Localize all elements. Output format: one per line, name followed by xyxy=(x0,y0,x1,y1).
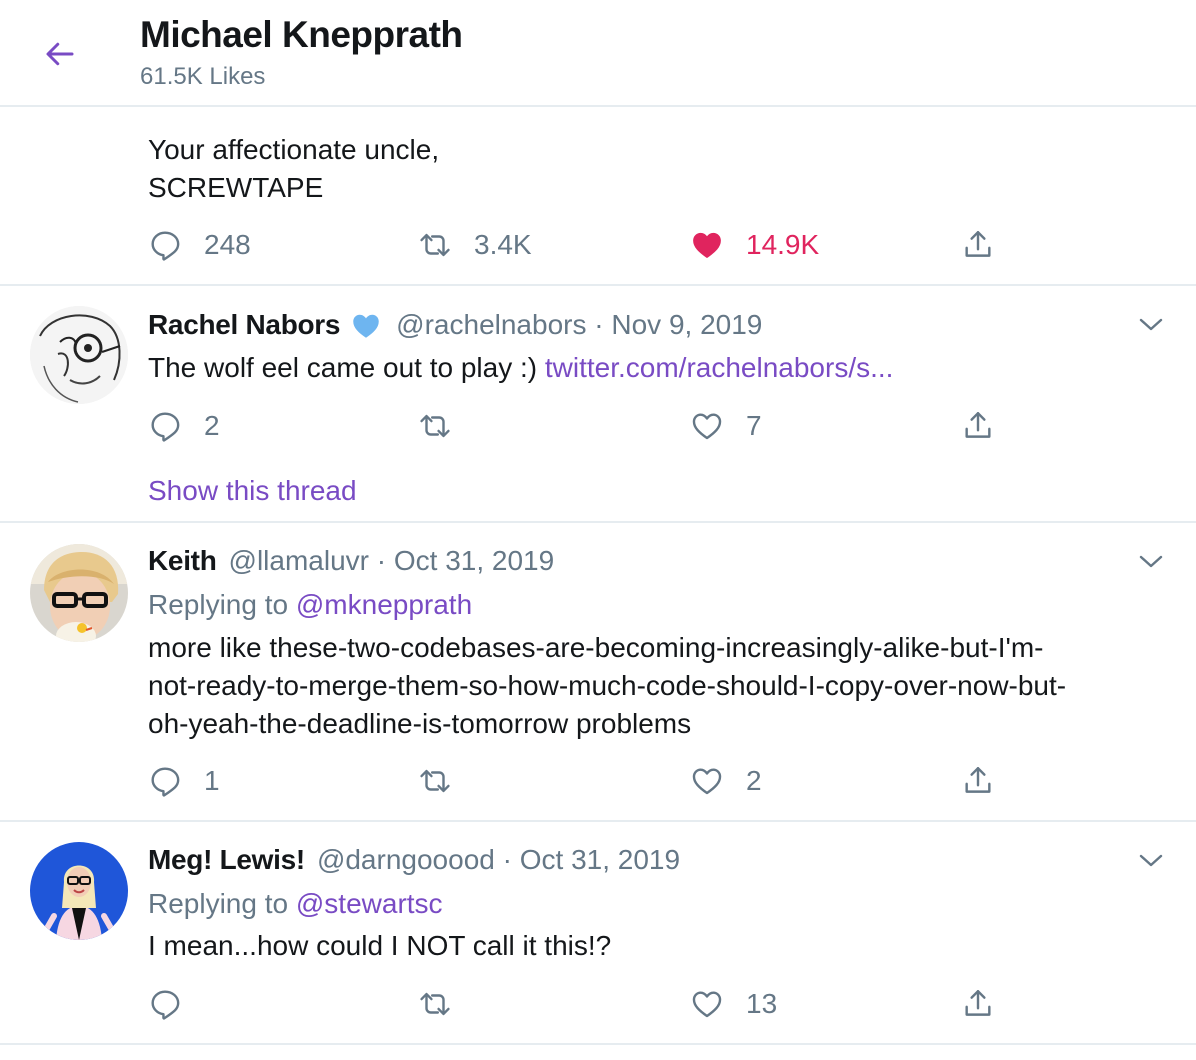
author-name[interactable]: Keith xyxy=(148,545,217,577)
tweet-header: Keith @llamaluvr · Oct 31, 2019 xyxy=(148,545,554,577)
replying-label: Replying to xyxy=(148,888,296,919)
heart-icon xyxy=(690,987,724,1021)
reply-icon xyxy=(148,987,182,1021)
author-handle[interactable]: @llamaluvr xyxy=(229,545,369,577)
retweet-button[interactable] xyxy=(418,406,474,446)
like-count: 14.9K xyxy=(746,229,820,260)
separator: · xyxy=(494,844,520,875)
share-button[interactable] xyxy=(961,225,995,265)
reply-count: 1 xyxy=(204,765,220,796)
tweet-body: The wolf eel came out to play :) xyxy=(148,352,545,383)
tweet-item[interactable]: Keith @llamaluvr · Oct 31, 2019 Replying… xyxy=(0,523,1196,822)
reply-button[interactable]: 248 xyxy=(148,225,251,265)
reply-count: 2 xyxy=(204,410,220,441)
tweet-text: I mean...how could I NOT call it this!? xyxy=(148,930,612,961)
share-icon xyxy=(961,987,995,1021)
retweet-count: 3.4K xyxy=(474,229,532,260)
tweet-actions: 1 2 xyxy=(0,761,1196,801)
tweet-text: The wolf eel came out to play :) twitter… xyxy=(148,349,893,387)
tweet-date[interactable]: Oct 31, 2019 xyxy=(520,844,680,876)
page-header: Michael Knepprath 61.5K Likes xyxy=(0,0,1196,107)
like-button[interactable]: 7 xyxy=(690,406,762,446)
retweet-icon xyxy=(418,228,452,262)
avatar-image xyxy=(30,306,128,404)
author-handle[interactable]: @rachelnabors xyxy=(396,309,586,341)
tweet-date[interactable]: Nov 9, 2019 xyxy=(611,309,762,341)
tweet-text-line: more like these-two-codebases-are-becomi… xyxy=(148,632,1044,663)
share-button[interactable] xyxy=(961,406,995,446)
like-count: 7 xyxy=(746,410,762,441)
replying-to-handle[interactable]: @mknepprath xyxy=(296,589,472,620)
share-icon xyxy=(961,409,995,443)
reply-count: 248 xyxy=(204,229,251,260)
retweet-button[interactable] xyxy=(418,761,474,801)
chevron-down-icon[interactable] xyxy=(1136,850,1166,870)
reply-icon xyxy=(148,764,182,798)
retweet-button[interactable]: 3.4K xyxy=(418,225,532,265)
tweet-actions: 248 3.4K 14.9K xyxy=(0,225,1196,265)
like-button[interactable]: 2 xyxy=(690,761,762,801)
share-button[interactable] xyxy=(961,984,995,1024)
retweet-icon xyxy=(418,409,452,443)
tweet-item[interactable]: Meg! Lewis! @darngooood · Oct 31, 2019 R… xyxy=(0,822,1196,1045)
replying-label: Replying to xyxy=(148,589,296,620)
tweet-header: Rachel Nabors @rachelnabors · Nov 9, 201… xyxy=(148,308,762,342)
retweet-button[interactable] xyxy=(418,984,474,1024)
back-arrow-icon xyxy=(46,42,74,66)
tweet-header: Meg! Lewis! @darngooood · Oct 31, 2019 xyxy=(148,844,680,876)
retweet-icon xyxy=(418,987,452,1021)
reply-button[interactable]: 1 xyxy=(148,761,220,801)
heart-icon xyxy=(690,409,724,443)
reply-icon xyxy=(148,228,182,262)
reply-button[interactable]: 2 xyxy=(148,406,220,446)
chevron-down-icon[interactable] xyxy=(1136,551,1166,571)
show-thread-link[interactable]: Show this thread xyxy=(148,475,357,507)
reply-button[interactable] xyxy=(148,984,204,1024)
separator: · xyxy=(368,545,394,576)
avatar[interactable] xyxy=(30,544,128,642)
like-count: 13 xyxy=(746,988,778,1019)
replying-to: Replying to @stewartsc xyxy=(148,888,443,920)
back-button[interactable] xyxy=(38,32,82,76)
author-handle[interactable]: @darngooood xyxy=(317,844,495,876)
tweet-actions: 2 7 xyxy=(0,406,1196,446)
author-name[interactable]: Meg! Lewis! xyxy=(148,844,305,876)
tweet-link[interactable]: twitter.com/rachelnabors/s... xyxy=(545,352,894,383)
share-button[interactable] xyxy=(961,761,995,801)
tweet-text: Your affectionate uncle, SCREWTAPE xyxy=(148,131,439,207)
separator: · xyxy=(586,309,612,340)
retweet-icon xyxy=(418,764,452,798)
like-button[interactable]: 13 xyxy=(690,984,777,1024)
tweet-item[interactable]: Rachel Nabors @rachelnabors · Nov 9, 201… xyxy=(0,286,1196,523)
verified-badge-icon xyxy=(353,314,379,338)
avatar[interactable] xyxy=(30,306,128,404)
share-icon xyxy=(961,228,995,262)
avatar-image xyxy=(30,544,128,642)
tweet-text-line: oh-yeah-the-deadline-is-tomorrow problem… xyxy=(148,708,692,739)
like-count: 2 xyxy=(746,765,762,796)
tweet-text-line: SCREWTAPE xyxy=(148,172,324,203)
heart-icon xyxy=(690,228,724,262)
page-title: Michael Knepprath xyxy=(140,14,463,55)
reply-icon xyxy=(148,409,182,443)
replying-to-handle[interactable]: @stewartsc xyxy=(296,888,443,919)
share-icon xyxy=(961,764,995,798)
tweet-text-line: Your affectionate uncle, xyxy=(148,134,440,165)
tweet-actions: 13 xyxy=(0,984,1196,1024)
avatar[interactable] xyxy=(30,842,128,940)
tweet-text-line: not-ready-to-merge-them-so-how-much-code… xyxy=(148,670,1067,701)
chevron-down-icon[interactable] xyxy=(1136,314,1166,334)
like-button[interactable]: 14.9K xyxy=(690,225,819,265)
tweet-item[interactable]: Your affectionate uncle, SCREWTAPE 248 3… xyxy=(0,107,1196,286)
tweet-date[interactable]: Oct 31, 2019 xyxy=(394,545,554,577)
avatar-image xyxy=(30,842,128,940)
heart-icon xyxy=(690,764,724,798)
author-name[interactable]: Rachel Nabors xyxy=(148,309,340,341)
likes-count: 61.5K Likes xyxy=(140,63,266,90)
replying-to: Replying to @mknepprath xyxy=(148,589,472,621)
tweet-text: more like these-two-codebases-are-becomi… xyxy=(148,629,1066,743)
